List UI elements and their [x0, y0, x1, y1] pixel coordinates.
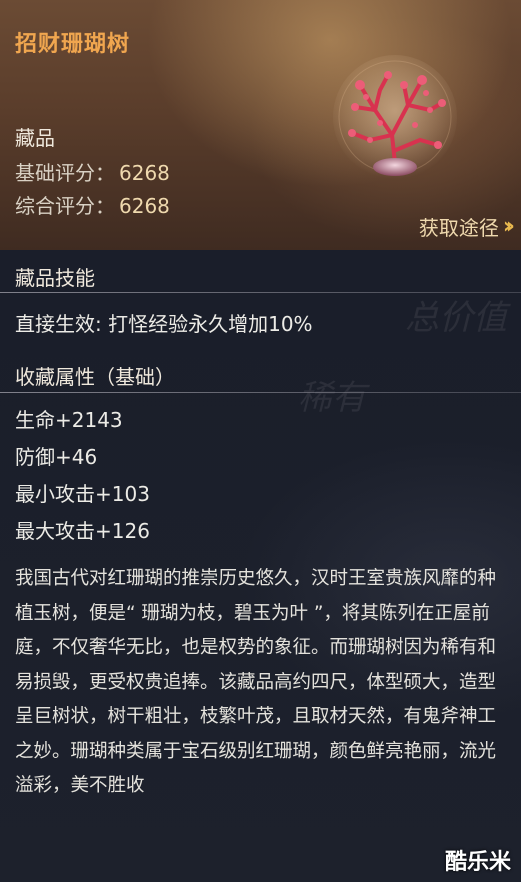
double-chevron-right-icon: ››	[502, 214, 515, 239]
base-score-value: 6268	[119, 161, 170, 185]
coral-tree-icon	[333, 55, 457, 179]
background-label-total-value: 总价值	[405, 298, 507, 338]
attributes-section-header: 收藏属性（基础）	[15, 365, 175, 389]
obtain-method-label: 获取途径	[418, 216, 499, 240]
total-score-label: 综合评分：	[15, 194, 115, 218]
attributes-divider	[0, 392, 521, 393]
item-description: 我国古代对红珊瑚的推崇历史悠久，汉时王室贵族风靡的种植玉树，便是“ 珊瑚为枝，碧…	[15, 568, 497, 796]
skill-effect-text: 直接生效: 打怪经验永久增加10%	[15, 312, 313, 336]
skill-divider	[0, 292, 521, 293]
item-header: 招财珊瑚树 藏品 基础评分： 6268 综合评分： 6268 获取途径 ››	[0, 0, 521, 250]
item-category: 藏品	[15, 126, 55, 150]
total-score-value: 6268	[119, 194, 170, 218]
background-label-rare: 稀有	[298, 378, 366, 418]
item-title: 招财珊瑚树	[15, 31, 131, 57]
attribute-min-attack: 最小攻击+103	[15, 482, 150, 506]
attribute-hp: 生命+2143	[15, 408, 123, 432]
base-score-label: 基础评分：	[15, 161, 115, 185]
total-score: 综合评分： 6268	[15, 190, 170, 219]
skill-section-header: 藏品技能	[15, 266, 95, 290]
attribute-defense: 防御+46	[15, 445, 98, 469]
base-score: 基础评分： 6268	[15, 157, 170, 186]
obtain-method-button[interactable]: 获取途径 ››	[418, 212, 515, 241]
watermark: 酷乐米	[444, 850, 511, 875]
attribute-max-attack: 最大攻击+126	[15, 519, 150, 543]
